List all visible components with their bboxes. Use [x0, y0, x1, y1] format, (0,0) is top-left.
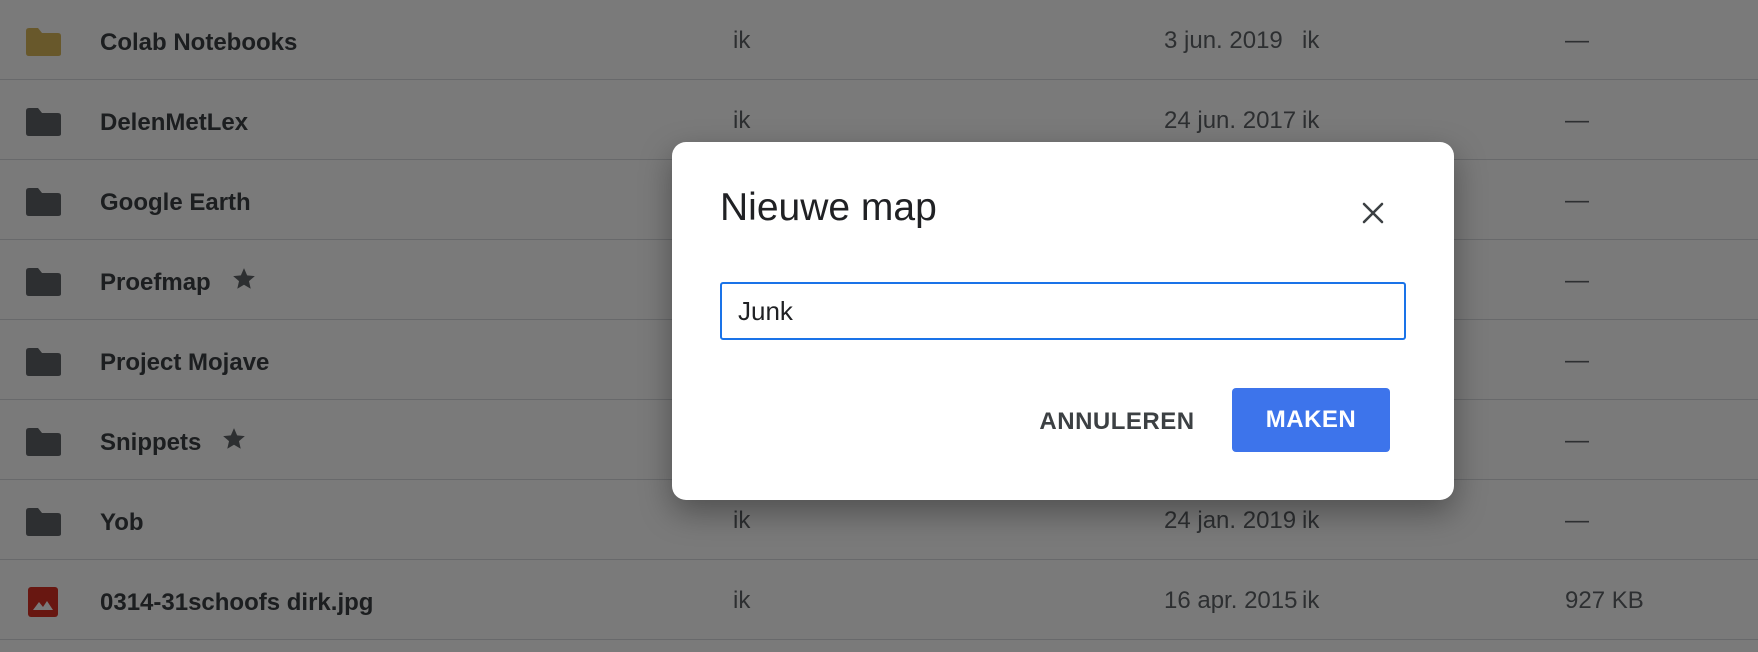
folder-name-input[interactable]: [720, 282, 1406, 340]
close-button[interactable]: [1352, 192, 1394, 234]
new-folder-dialog: Nieuwe map ANNULEREN MAKEN: [672, 142, 1454, 500]
close-icon: [1362, 202, 1384, 224]
create-button[interactable]: MAKEN: [1232, 388, 1390, 452]
dialog-title: Nieuwe map: [720, 186, 937, 229]
cancel-button[interactable]: ANNULEREN: [994, 390, 1240, 454]
